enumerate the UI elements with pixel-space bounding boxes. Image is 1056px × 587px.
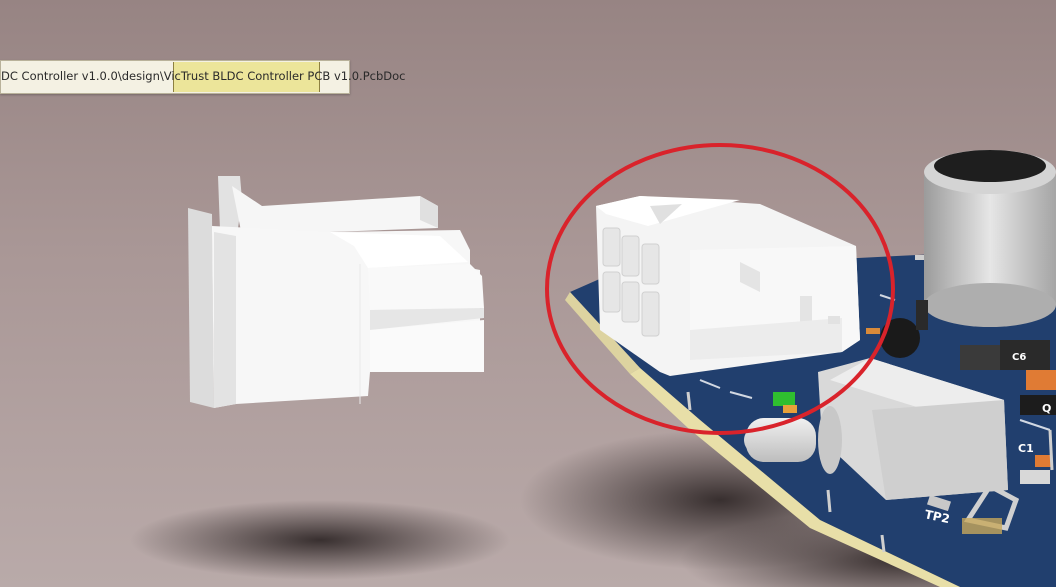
silk-c-label: C1: [1018, 442, 1034, 455]
document-tab[interactable]: DC Controller v1.0.0\design\VicTrust BLD…: [0, 60, 405, 94]
silk-q-label: Q: [1042, 402, 1051, 415]
document-path: DC Controller v1.0.0\design\VicTrust BLD…: [1, 69, 406, 83]
electrolytic-capacitor[interactable]: [916, 150, 1056, 330]
3d-viewport[interactable]: TP2 C1 Q C6 DC Controller v1.0.0\design\…: [0, 0, 1056, 587]
connector-shadow: [130, 500, 510, 580]
silk-c6-label: C6: [1012, 352, 1026, 363]
